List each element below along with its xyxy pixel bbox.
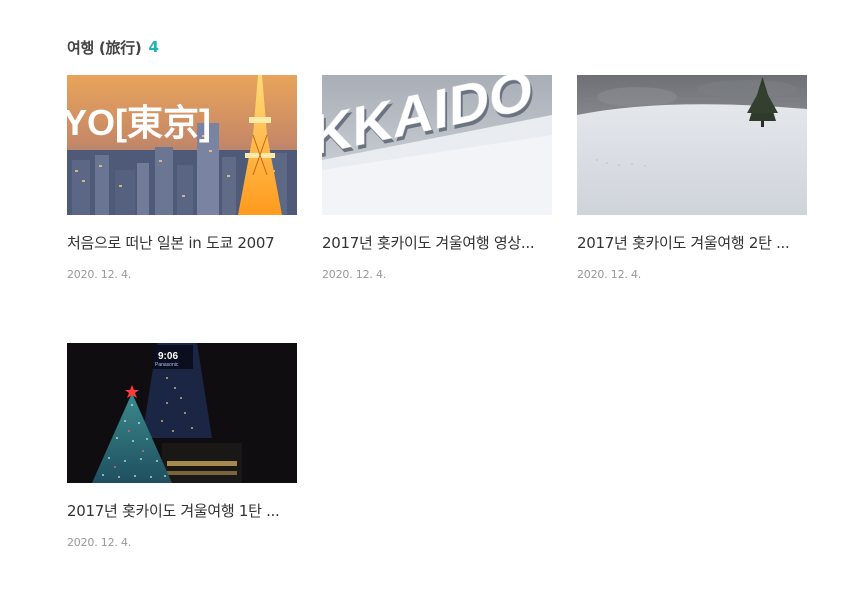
post-title[interactable]: 처음으로 떠난 일본 in 도쿄 2007: [67, 233, 297, 253]
post-card-hokkaido-part1[interactable]: 9:06 Panasonic 2017년 홋카이도 겨울여행 1탄 ... 20…: [67, 343, 297, 549]
tokyo-skyline-image: YO[東京]: [67, 75, 297, 215]
post-date: 2020. 12. 4.: [577, 268, 642, 281]
post-thumbnail[interactable]: KKAIDO KKAIDO: [322, 75, 552, 215]
post-title[interactable]: 2017년 홋카이도 겨울여행 1탄 ...: [67, 501, 297, 521]
category-title: 여행 (旅行): [67, 38, 142, 57]
post-title[interactable]: 2017년 홋카이도 겨울여행 2탄 ...: [577, 233, 807, 253]
category-header: 여행 (旅行) 4: [67, 37, 159, 57]
post-card-hokkaido-part2[interactable]: 2017년 홋카이도 겨울여행 2탄 ... 2020. 12. 4.: [577, 75, 807, 281]
post-thumbnail[interactable]: 9:06 Panasonic: [67, 343, 297, 483]
clock-display-text: 9:06: [158, 351, 178, 362]
post-thumbnail[interactable]: [577, 75, 807, 215]
christmas-tree-tower-image: 9:06 Panasonic: [67, 343, 297, 483]
post-date: 2020. 12. 4.: [322, 268, 387, 281]
tower-sign-text: Panasonic: [155, 362, 179, 368]
post-card-hokkaido-video[interactable]: KKAIDO KKAIDO 2017년 홋카이도 겨울여행 영상... 2020…: [322, 75, 552, 281]
thumbnail-overlay-text: YO[東京]: [67, 102, 211, 143]
post-card-tokyo[interactable]: YO[東京] 처음으로 떠난 일본 in 도쿄 2007 2020. 12. 4…: [67, 75, 297, 281]
post-title[interactable]: 2017년 홋카이도 겨울여행 영상...: [322, 233, 552, 253]
post-date: 2020. 12. 4.: [67, 268, 132, 281]
hokkaido-sign-image: KKAIDO KKAIDO: [322, 75, 552, 215]
post-count: 4: [148, 38, 159, 56]
post-date: 2020. 12. 4.: [67, 536, 132, 549]
snow-field-tree-image: [577, 75, 807, 215]
post-thumbnail[interactable]: YO[東京]: [67, 75, 297, 215]
